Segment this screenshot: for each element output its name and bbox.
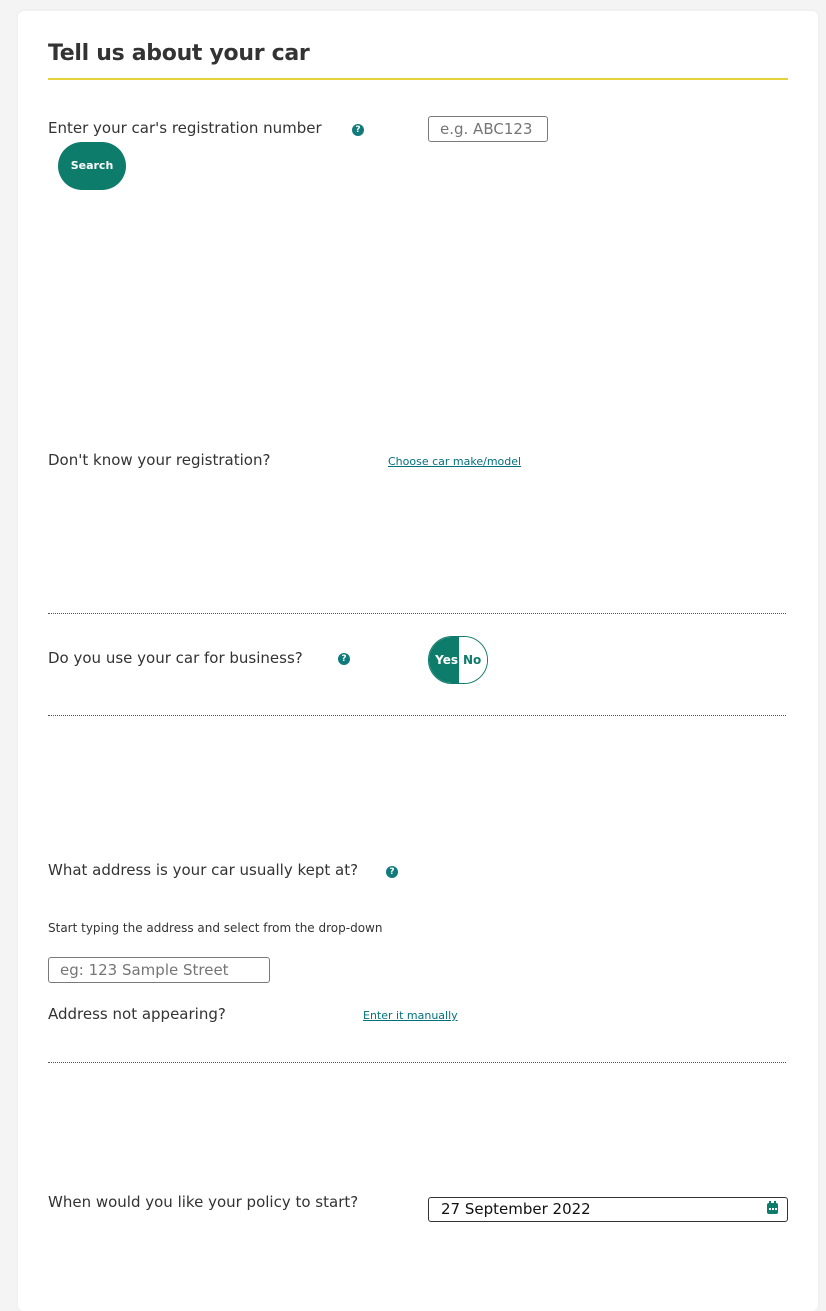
section-divider — [48, 613, 786, 614]
policy-start-label: When would you like your policy to start… — [48, 1193, 359, 1211]
address-label: What address is your car usually kept at… — [48, 861, 359, 879]
registration-label: Enter your car's registration number — [48, 119, 322, 137]
help-icon[interactable]: ? — [352, 124, 364, 136]
search-button[interactable]: Search — [58, 142, 126, 190]
help-icon[interactable]: ? — [386, 866, 398, 878]
business-use-toggle[interactable]: Yes No — [428, 636, 488, 684]
enter-manually-link[interactable]: Enter it manually — [363, 1009, 458, 1022]
calendar-icon[interactable] — [767, 1201, 778, 1214]
toggle-yes-option[interactable]: Yes — [429, 637, 459, 683]
address-not-appearing-label: Address not appearing? — [48, 1005, 226, 1023]
address-input[interactable] — [48, 957, 270, 983]
page-title: Tell us about your car — [48, 41, 310, 66]
address-instruction: Start typing the address and select from… — [48, 921, 383, 935]
policy-start-date-value: 27 September 2022 — [441, 1200, 591, 1218]
section-divider — [48, 715, 786, 716]
policy-start-date-field[interactable]: 27 September 2022 — [428, 1197, 788, 1222]
section-divider — [48, 1062, 786, 1063]
title-underline — [48, 78, 788, 80]
registration-input[interactable] — [428, 116, 548, 142]
unknown-registration-label: Don't know your registration? — [48, 451, 271, 469]
choose-make-model-link[interactable]: Choose car make/model — [388, 455, 521, 468]
business-use-label: Do you use your car for business? — [48, 649, 303, 667]
help-icon[interactable]: ? — [338, 653, 350, 665]
